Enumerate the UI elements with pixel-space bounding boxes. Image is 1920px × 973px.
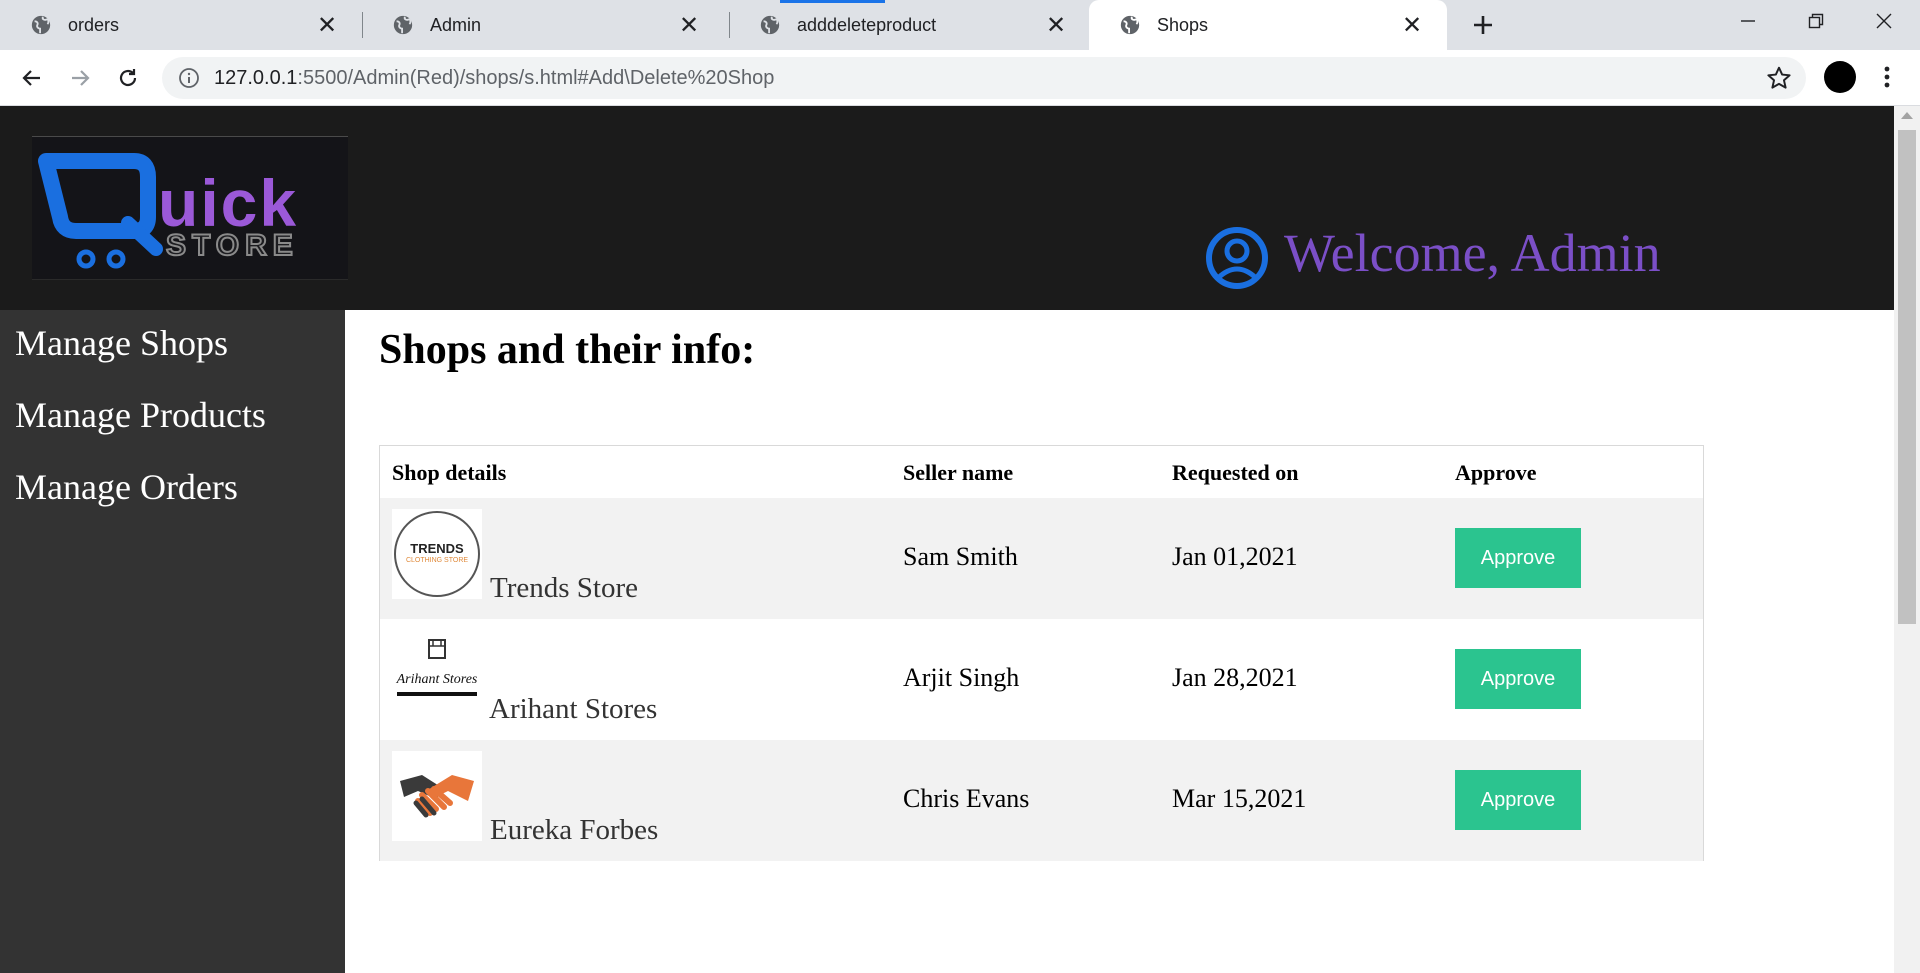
requested-date: Jan 28,2021 — [1172, 663, 1298, 692]
plus-icon — [1474, 16, 1492, 34]
approve-button[interactable]: Approve — [1455, 528, 1581, 588]
shop-logo — [392, 751, 482, 841]
star-icon[interactable] — [1766, 65, 1792, 91]
close-icon[interactable]: ✕ — [312, 10, 342, 40]
tab-title: Admin — [430, 14, 482, 35]
shop-logo: TRENDS CLOTHING STORE — [392, 509, 482, 599]
seller-name: Chris Evans — [903, 784, 1030, 813]
logo-subtext: STORE — [165, 228, 299, 263]
approve-button[interactable]: Approve — [1455, 770, 1581, 830]
column-header-requested-on: Requested on — [1172, 460, 1299, 485]
arihant-logo-text: Arihant Stores — [396, 672, 478, 687]
globe-icon — [760, 15, 780, 35]
table-row: Eureka Forbes Chris Evans Mar 15,2021 Ap… — [380, 740, 1703, 861]
handshake-icon — [400, 775, 474, 818]
minimize-button[interactable] — [1716, 0, 1780, 42]
arrow-right-icon — [72, 70, 90, 86]
minimize-icon — [1741, 20, 1755, 22]
browser-tab-strip: orders ✕ Admin ✕ adddeleteproduct ✕ Shop… — [0, 0, 1920, 50]
close-icon[interactable]: ✕ — [1041, 10, 1071, 40]
welcome-text: Welcome, Admin — [1284, 223, 1661, 283]
window-close-button[interactable] — [1852, 0, 1916, 42]
tab-title: adddeleteproduct — [797, 14, 937, 35]
close-icon[interactable]: ✕ — [1397, 10, 1427, 40]
approve-button[interactable]: Approve — [1455, 649, 1581, 709]
requested-date: Mar 15,2021 — [1172, 784, 1307, 813]
site-header: uick STORE Welcome, Admin — [0, 106, 1894, 310]
tab-admin[interactable]: Admin ✕ — [362, 0, 724, 50]
arrow-left-icon — [22, 70, 40, 86]
new-tab-button[interactable] — [1466, 8, 1500, 42]
url-text: 127.0.0.1:5500/Admin(Red)/shops/s.html#A… — [214, 67, 774, 90]
globe-icon — [1120, 15, 1140, 35]
trends-logo-text: TRENDS — [410, 541, 464, 556]
seller-name: Sam Smith — [903, 542, 1018, 571]
page-title: Shops and their info: — [379, 327, 756, 373]
quick-store-logo[interactable]: uick STORE — [32, 136, 348, 280]
column-header-seller-name: Seller name — [903, 460, 1014, 485]
address-bar[interactable]: 127.0.0.1:5500/Admin(Red)/shops/s.html#A… — [162, 57, 1806, 99]
info-icon[interactable] — [178, 67, 200, 89]
browser-toolbar: 127.0.0.1:5500/Admin(Red)/shops/s.html#A… — [0, 50, 1920, 106]
sidebar-item-manage-orders[interactable]: Manage Orders — [15, 466, 238, 508]
tab-title: Shops — [1157, 14, 1209, 35]
seller-name: Arjit Singh — [903, 663, 1020, 692]
user-circle-icon — [1206, 227, 1268, 289]
back-button[interactable] — [14, 60, 50, 96]
sidebar-item-manage-shops[interactable]: Manage Shops — [15, 322, 228, 364]
url-host: 127.0.0.1 — [214, 67, 298, 89]
shop-name: Arihant Stores — [489, 693, 658, 725]
table-row: Arihant Stores Arihant Stores Arjit Sing… — [380, 619, 1703, 740]
tab-adddeleteproduct[interactable]: adddeleteproduct ✕ — [729, 0, 1091, 50]
tab-title: orders — [68, 14, 120, 35]
sidebar: Manage Shops Manage Products Manage Orde… — [0, 310, 345, 973]
table-row: TRENDS CLOTHING STORE Trends Store Sam S… — [380, 498, 1703, 619]
url-path: :5500/Admin(Red)/shops/s.html#Add\Delete… — [297, 67, 775, 89]
close-icon — [1876, 13, 1892, 29]
reload-button[interactable] — [110, 60, 146, 96]
page-scrollbar[interactable] — [1894, 106, 1920, 973]
more-vert-icon[interactable] — [1872, 62, 1902, 92]
shop-logo: Arihant Stores — [392, 630, 482, 720]
sidebar-item-manage-products[interactable]: Manage Products — [15, 394, 266, 436]
restore-button[interactable] — [1784, 0, 1848, 42]
scroll-up-arrow-icon[interactable] — [1901, 112, 1913, 119]
shop-name: Trends Store — [490, 572, 638, 604]
close-icon[interactable]: ✕ — [674, 10, 704, 40]
profile-avatar[interactable] — [1824, 61, 1856, 93]
column-header-approve: Approve — [1455, 460, 1537, 485]
restore-icon — [1808, 13, 1824, 29]
forward-button[interactable] — [62, 60, 98, 96]
tab-shops[interactable]: Shops ✕ — [1089, 0, 1447, 50]
scrollbar-thumb[interactable] — [1898, 130, 1916, 624]
requested-date: Jan 01,2021 — [1172, 542, 1298, 571]
cart-icon — [38, 153, 163, 269]
globe-icon — [31, 15, 51, 35]
reload-icon — [119, 69, 137, 87]
tab-orders[interactable]: orders ✕ — [0, 0, 362, 50]
shops-table: Shop details Seller name Requested on Ap… — [379, 445, 1704, 861]
globe-icon — [393, 15, 413, 35]
trends-logo-subtext: CLOTHING STORE — [405, 557, 469, 564]
shop-name: Eureka Forbes — [490, 814, 659, 846]
column-header-shop-details: Shop details — [392, 460, 507, 485]
